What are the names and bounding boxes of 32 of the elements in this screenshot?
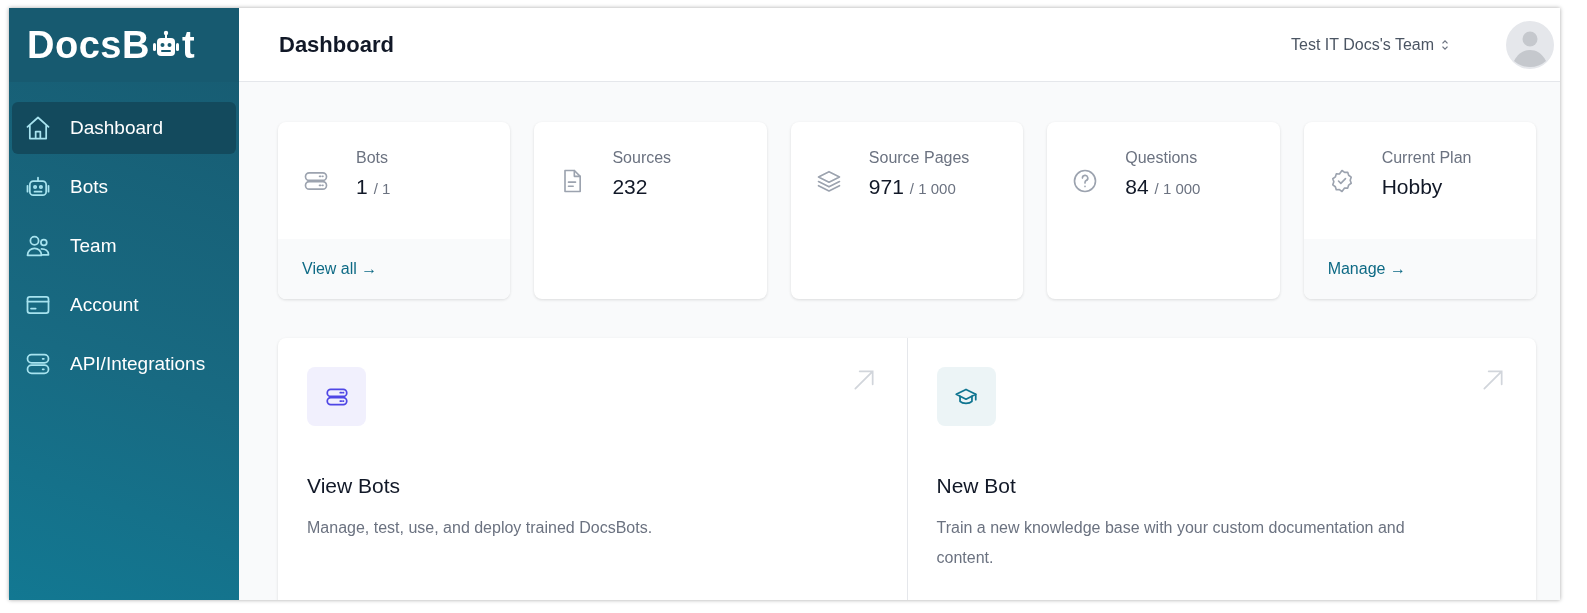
action-description: Train a new knowledge base with your custom documentation and content. — [936, 518, 1406, 568]
stat-limit: / 1 000 — [1154, 179, 1201, 197]
card-link[interactable]: Manage → — [1327, 260, 1406, 278]
sidebar-item[interactable]: Team — [12, 220, 236, 272]
team-selector[interactable]: Test IT Docs's Team — [1285, 34, 1456, 55]
logo-text: t — [181, 23, 196, 67]
stat-value: 971 — [868, 174, 904, 199]
stat-value: 232 — [612, 174, 648, 199]
action-description: Manage, test, use, and deploy trained DocsBots. — [307, 518, 654, 538]
stat-label: Source Pages — [868, 148, 970, 167]
stat-label: Current Plan — [1381, 148, 1472, 167]
sidebar-item[interactable]: Bots — [12, 161, 236, 213]
stat-limit: / 1 000 — [909, 179, 956, 197]
stat-limit: / 1 — [373, 179, 391, 197]
home-icon — [24, 114, 52, 142]
card-link[interactable]: View all → — [302, 260, 378, 278]
page-title: Dashboard — [279, 31, 394, 58]
stat-value: 1 — [356, 174, 368, 199]
stat-label: Sources — [612, 148, 672, 167]
stat-value: Hobby — [1381, 174, 1443, 199]
action-title[interactable]: New Bot — [936, 474, 1506, 498]
logo-text: DocsB — [27, 23, 150, 67]
stat-label: Bots — [356, 148, 389, 167]
sidebar-item[interactable]: Account — [12, 279, 236, 331]
arrow-up-right-icon[interactable] — [1480, 367, 1506, 393]
sidebar-item[interactable]: API/Integrations — [12, 338, 236, 390]
chevron-up-down-icon — [1440, 37, 1450, 52]
action-title[interactable]: View Bots — [307, 474, 877, 498]
stat-label: Questions — [1125, 148, 1199, 167]
stat-value: 84 — [1125, 174, 1149, 199]
avatar-icon[interactable] — [1506, 20, 1554, 69]
sidebar-item[interactable]: Dashboard — [12, 102, 236, 154]
